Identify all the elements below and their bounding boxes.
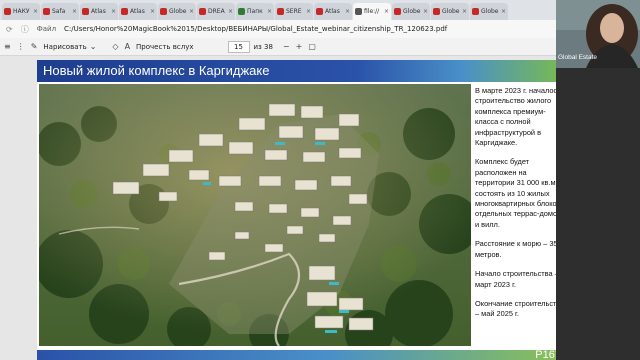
close-icon[interactable]: × xyxy=(384,8,389,15)
tab-favicon-icon xyxy=(238,8,245,15)
desc-paragraph: Комплекс будет расположен на территории … xyxy=(475,157,564,229)
browser-tab-active[interactable]: file://× xyxy=(353,3,391,20)
fit-page-icon[interactable]: ▢ xyxy=(308,42,316,51)
close-icon[interactable]: × xyxy=(267,8,272,15)
tab-favicon-icon xyxy=(472,8,479,15)
zoom-out-icon[interactable]: − xyxy=(283,42,290,51)
tab-favicon-icon xyxy=(277,8,284,15)
reload-icon[interactable]: ⟳ xyxy=(6,25,13,34)
browser-tab[interactable]: Globe × xyxy=(431,3,469,20)
close-icon[interactable]: × xyxy=(501,8,506,15)
tab-strip: НАКУ × Safa × Atlas × Atlas × Globe × DREA × П… xyxy=(0,0,556,20)
browser-tab[interactable]: SERE × xyxy=(275,3,313,20)
browser-tab[interactable]: Globe × xyxy=(158,3,196,20)
browser-tab[interactable]: Atlas × xyxy=(80,3,118,20)
tab-favicon-icon xyxy=(160,8,167,15)
tab-favicon-icon xyxy=(82,8,89,15)
sidebar-icon[interactable]: ⋮ xyxy=(17,42,25,51)
slide-title: Новый жилой комплекс в Каргиджаке xyxy=(37,60,569,82)
page-total: из 38 xyxy=(253,42,273,51)
file-label: Файл xyxy=(36,25,57,33)
close-icon[interactable]: × xyxy=(423,8,428,15)
info-icon[interactable]: ⓘ xyxy=(21,24,29,35)
tab-favicon-icon xyxy=(394,8,401,15)
browser-tab[interactable]: Safa × xyxy=(41,3,79,20)
close-icon[interactable]: × xyxy=(462,8,467,15)
desc-paragraph: В марте 2023 г. началось строительство ж… xyxy=(475,86,562,148)
eraser-icon[interactable]: ◇ xyxy=(112,42,118,51)
read-aloud-button[interactable]: A Прочесть вслух xyxy=(125,42,194,51)
pdf-toolbar: ≡ ⋮ ✎ Нарисовать ⌄ ◇ A Прочесть вслух 15 из… xyxy=(0,38,556,56)
page-number-input[interactable]: 15 xyxy=(227,40,250,53)
close-icon[interactable]: × xyxy=(189,8,194,15)
browser-tab[interactable]: НАКУ × xyxy=(2,3,40,20)
complex-aerial-photo xyxy=(39,84,471,346)
close-icon[interactable]: × xyxy=(306,8,311,15)
desc-paragraph: Окончание строительства – май 2025 г. xyxy=(475,298,565,319)
browser-tab[interactable]: Atlas × xyxy=(119,3,157,20)
browser-tab[interactable]: Папк × xyxy=(236,3,274,20)
browser-tab[interactable]: Globe × xyxy=(392,3,430,20)
close-icon[interactable]: × xyxy=(345,8,350,15)
browser-tab[interactable]: DREA × xyxy=(197,3,235,20)
pdf-page: Новый жилой комплекс в Каргиджаке В март… xyxy=(37,60,569,360)
desc-paragraph: Начало строительства – март 2023 г. xyxy=(475,269,559,289)
tab-favicon-icon xyxy=(121,8,128,15)
menu-icon[interactable]: ≡ xyxy=(4,42,11,51)
webcam-label: Global Estate xyxy=(558,54,598,61)
read-aloud-icon: A xyxy=(124,42,131,51)
close-icon[interactable]: × xyxy=(72,8,77,15)
slide-footer: P167 xyxy=(37,349,569,360)
desc-paragraph: Расстояние к морю – 3500 метров. xyxy=(475,239,566,259)
tab-favicon-icon xyxy=(43,8,50,15)
tab-favicon-icon xyxy=(199,8,206,15)
webcam-video: Global Estate xyxy=(556,0,640,68)
pen-icon: ✎ xyxy=(30,42,38,51)
close-icon[interactable]: × xyxy=(111,8,116,15)
zoom-in-icon[interactable]: + xyxy=(296,42,303,51)
screen: НАКУ × Safa × Atlas × Atlas × Globe × DREA × П… xyxy=(0,0,640,360)
chevron-down-icon: ⌄ xyxy=(89,42,97,51)
browser-tab[interactable]: Globe × xyxy=(470,3,508,20)
close-icon[interactable]: × xyxy=(33,8,38,15)
address-bar: ⟳ ⓘ Файл C:/Users/Honor%20MagicBook%2015… xyxy=(0,20,556,38)
url-text[interactable]: C:/Users/Honor%20MagicBook%2015/Desktop/… xyxy=(64,25,447,33)
draw-button[interactable]: ✎ Нарисовать ⌄ xyxy=(31,42,103,51)
close-icon[interactable]: × xyxy=(150,8,155,15)
browser-tab[interactable]: Atlas × xyxy=(314,3,352,20)
slide-description: В марте 2023 г. началось строительство ж… xyxy=(475,86,567,329)
tab-favicon-icon xyxy=(4,8,11,15)
close-icon[interactable]: × xyxy=(228,8,233,15)
webcam-panel: Global Estate xyxy=(556,0,640,360)
tab-favicon-icon xyxy=(316,8,323,15)
pdf-viewer[interactable]: Новый жилой комплекс в Каргиджаке В март… xyxy=(0,56,569,360)
tab-favicon-icon xyxy=(355,8,362,15)
tab-favicon-icon xyxy=(433,8,440,15)
